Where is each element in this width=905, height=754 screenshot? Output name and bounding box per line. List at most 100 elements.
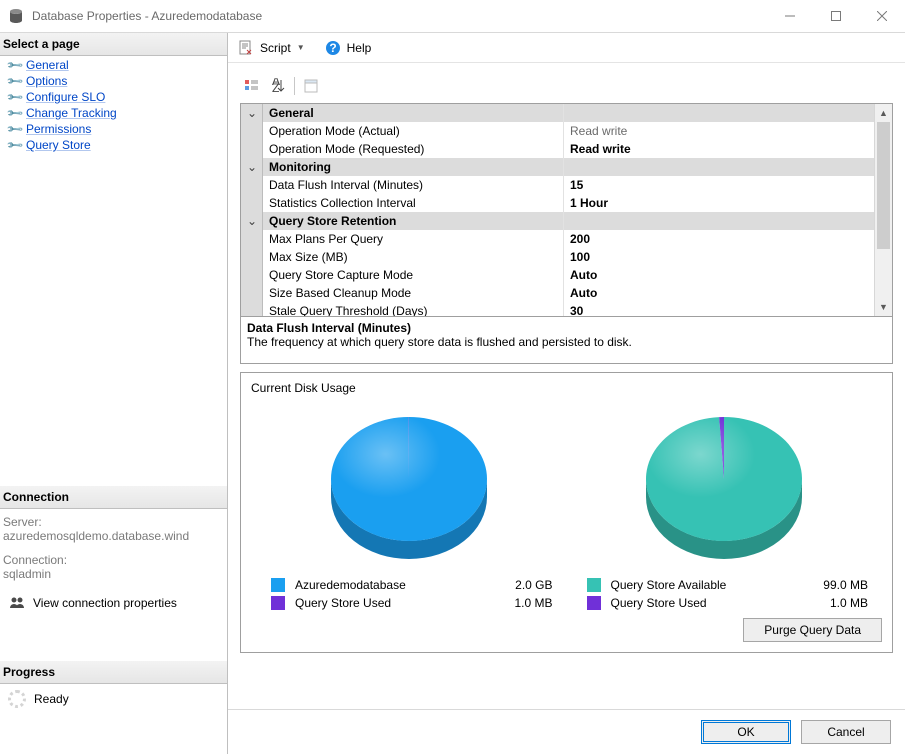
progress-header: Progress	[0, 661, 227, 684]
script-icon	[238, 40, 254, 56]
sidebar-item-label: Permissions	[26, 122, 91, 136]
property-key: Data Flush Interval (Minutes)	[263, 176, 563, 194]
property-key: Stale Query Threshold (Days)	[263, 302, 563, 316]
sidebar-item-label: Configure SLO	[26, 90, 105, 104]
legend-label: Query Store Used	[611, 596, 805, 610]
description-title: Data Flush Interval (Minutes)	[247, 321, 886, 335]
legend-label: Azuredemodatabase	[295, 578, 489, 592]
property-key: Operation Mode (Actual)	[263, 122, 563, 140]
sidebar-item-label: Query Store	[26, 138, 91, 152]
sidebar-item-label: Options	[26, 74, 67, 88]
property-grid-scrollbar[interactable]: ▲ ▼	[874, 104, 892, 316]
legend-value: 99.0 MB	[804, 578, 876, 592]
purge-query-data-button[interactable]: Purge Query Data	[743, 618, 882, 642]
select-page-header: Select a page	[0, 33, 227, 56]
sidebar-item-label: Change Tracking	[26, 106, 117, 120]
wrench-icon: 🔧	[5, 135, 24, 154]
pie-chart-database	[314, 403, 504, 568]
property-row[interactable]: Operation Mode (Actual)Read write	[241, 122, 874, 140]
property-value[interactable]: 15	[563, 176, 874, 194]
property-row[interactable]: Stale Query Threshold (Days)30	[241, 302, 874, 316]
category-label: Monitoring	[263, 158, 563, 176]
legend-querystore: Query Store Available99.0 MBQuery Store …	[567, 576, 883, 612]
help-icon: ?	[325, 40, 341, 56]
disk-usage-title: Current Disk Usage	[251, 381, 882, 395]
minimize-button[interactable]	[767, 0, 813, 32]
scroll-down-button[interactable]: ▼	[875, 298, 892, 316]
server-value: azuredemosqldemo.database.wind	[3, 529, 224, 543]
title-bar: Database Properties - Azuredemodatabase	[0, 0, 905, 32]
property-row[interactable]: Max Size (MB)100	[241, 248, 874, 266]
property-value[interactable]: 30	[563, 302, 874, 316]
legend-value: 1.0 MB	[804, 596, 876, 610]
server-label: Server:	[3, 515, 224, 529]
property-value[interactable]: 100	[563, 248, 874, 266]
view-connection-properties-link[interactable]: View connection properties	[3, 591, 224, 615]
right-pane: Script ▼ ? Help AZ GeneralOperation Mode…	[227, 33, 905, 754]
description-text: The frequency at which query store data …	[247, 335, 886, 349]
sidebar-item-change-tracking[interactable]: 🔧Change Tracking	[8, 105, 219, 121]
property-row[interactable]: Statistics Collection Interval1 Hour	[241, 194, 874, 212]
property-value[interactable]: 1 Hour	[563, 194, 874, 212]
property-value[interactable]: Read write	[563, 122, 874, 140]
legend-value: 2.0 GB	[489, 578, 561, 592]
property-grid-toolbar: AZ	[240, 73, 893, 103]
database-icon	[8, 8, 24, 24]
connection-info: Server: azuredemosqldemo.database.wind C…	[0, 509, 227, 621]
category-label: General	[263, 104, 563, 122]
property-value[interactable]: Auto	[563, 284, 874, 302]
property-category[interactable]: Query Store Retention	[241, 212, 874, 230]
legend-database: Azuredemodatabase2.0 GBQuery Store Used1…	[251, 576, 567, 612]
scroll-up-button[interactable]: ▲	[875, 104, 892, 122]
ok-button[interactable]: OK	[701, 720, 791, 744]
property-value[interactable]: Auto	[563, 266, 874, 284]
sidebar-item-configure-slo[interactable]: 🔧Configure SLO	[8, 89, 219, 105]
sidebar-item-general[interactable]: 🔧General	[8, 57, 219, 73]
maximize-button[interactable]	[813, 0, 859, 32]
svg-text:Z: Z	[272, 81, 279, 94]
progress-row: Ready	[0, 684, 227, 714]
sidebar-item-options[interactable]: 🔧Options	[8, 73, 219, 89]
category-label: Query Store Retention	[263, 212, 563, 230]
property-pages-button[interactable]	[299, 75, 323, 97]
close-button[interactable]	[859, 0, 905, 32]
property-value[interactable]: 200	[563, 230, 874, 248]
progress-spinner-icon	[8, 690, 26, 708]
svg-text:?: ?	[329, 41, 336, 55]
help-button[interactable]: Help	[347, 41, 372, 55]
property-category[interactable]: Monitoring	[241, 158, 874, 176]
script-button[interactable]: Script	[260, 41, 291, 55]
legend-row: Azuredemodatabase2.0 GB	[257, 576, 561, 594]
categorized-button[interactable]	[240, 75, 264, 97]
alphabetical-button[interactable]: AZ	[266, 75, 290, 97]
legend-label: Query Store Used	[295, 596, 489, 610]
connection-value: sqladmin	[3, 567, 224, 581]
sidebar-item-permissions[interactable]: 🔧Permissions	[8, 121, 219, 137]
property-key: Size Based Cleanup Mode	[263, 284, 563, 302]
view-connection-label: View connection properties	[33, 596, 177, 610]
page-list: 🔧General🔧Options🔧Configure SLO🔧Change Tr…	[0, 56, 227, 159]
property-row[interactable]: Query Store Capture ModeAuto	[241, 266, 874, 284]
property-key: Max Plans Per Query	[263, 230, 563, 248]
legend-row: Query Store Used1.0 MB	[573, 594, 877, 612]
property-row[interactable]: Size Based Cleanup ModeAuto	[241, 284, 874, 302]
property-grid-table[interactable]: GeneralOperation Mode (Actual)Read write…	[241, 104, 874, 316]
window-title: Database Properties - Azuredemodatabase	[32, 9, 767, 23]
legend-swatch	[271, 596, 285, 610]
cancel-button[interactable]: Cancel	[801, 720, 891, 744]
legend-swatch	[271, 578, 285, 592]
property-row[interactable]: Max Plans Per Query200	[241, 230, 874, 248]
property-value[interactable]: Read write	[563, 140, 874, 158]
property-row[interactable]: Operation Mode (Requested)Read write	[241, 140, 874, 158]
connection-header: Connection	[0, 486, 227, 509]
chart-left: Azuredemodatabase2.0 GBQuery Store Used1…	[251, 403, 567, 612]
sidebar-item-query-store[interactable]: 🔧Query Store	[8, 137, 219, 153]
property-category[interactable]: General	[241, 104, 874, 122]
property-description: Data Flush Interval (Minutes) The freque…	[240, 317, 893, 364]
property-key: Operation Mode (Requested)	[263, 140, 563, 158]
pie-chart-querystore	[629, 403, 819, 568]
sidebar-item-label: General	[26, 58, 69, 72]
scroll-thumb[interactable]	[877, 122, 890, 249]
script-dropdown-icon[interactable]: ▼	[297, 43, 305, 52]
property-row[interactable]: Data Flush Interval (Minutes)15	[241, 176, 874, 194]
